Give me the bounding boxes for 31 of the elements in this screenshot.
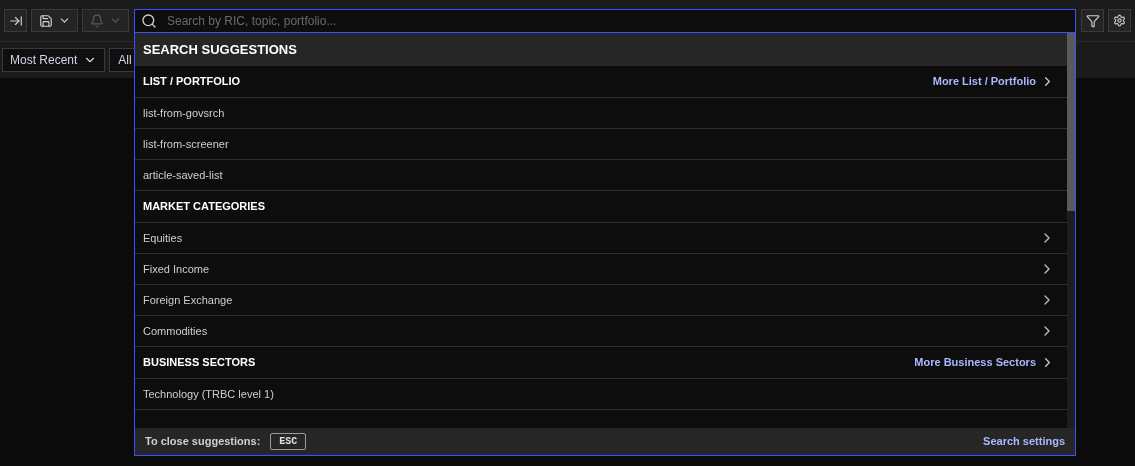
expand-panel-button[interactable] [4,9,27,32]
save-button[interactable] [31,9,78,32]
filter-icon [1085,13,1100,28]
close-hint: To close suggestions: [145,434,261,450]
suggestion-item[interactable]: Commodities [135,316,1067,347]
search-settings-link[interactable]: Search settings [983,433,1065,450]
more-link[interactable]: More List / Portfolio [932,73,1059,90]
search-icon [141,13,157,29]
suggestion-item[interactable]: Foreign Exchange [135,285,1067,316]
save-icon [38,13,53,28]
suggestion-item[interactable]: Equities [135,223,1067,254]
section-heading: LIST / PORTFOLIO [143,74,241,90]
more-link[interactable]: More Business Sectors [914,354,1059,371]
suggestion-item[interactable]: article-saved-list [135,160,1067,191]
sort-dropdown[interactable]: Most Recent [2,48,106,72]
suggestion-item[interactable]: list-from-govsrch [135,98,1067,129]
suggestion-item[interactable]: Technology (TRBC level 1) [135,379,1067,410]
suggestions-header: SEARCH SUGGESTIONS [135,33,1067,66]
arrow-to-line-icon [8,13,23,28]
section-heading: MARKET CATEGORIES [143,199,266,215]
filter-button[interactable] [1081,9,1104,32]
settings-icon [1113,14,1126,27]
type-dropdown[interactable]: All [109,48,137,72]
section-heading: BUSINESS SECTORS [143,355,256,371]
settings-button[interactable] [1108,9,1131,32]
suggestion-item[interactable]: Fixed Income [135,254,1067,285]
scrollbar[interactable] [1067,33,1075,428]
esc-key: ESC [270,433,307,450]
suggestion-item[interactable]: list-from-screener [135,129,1067,160]
bell-icon [89,13,104,28]
search-input[interactable]: Search by RIC, topic, portfolio... [167,12,1069,30]
